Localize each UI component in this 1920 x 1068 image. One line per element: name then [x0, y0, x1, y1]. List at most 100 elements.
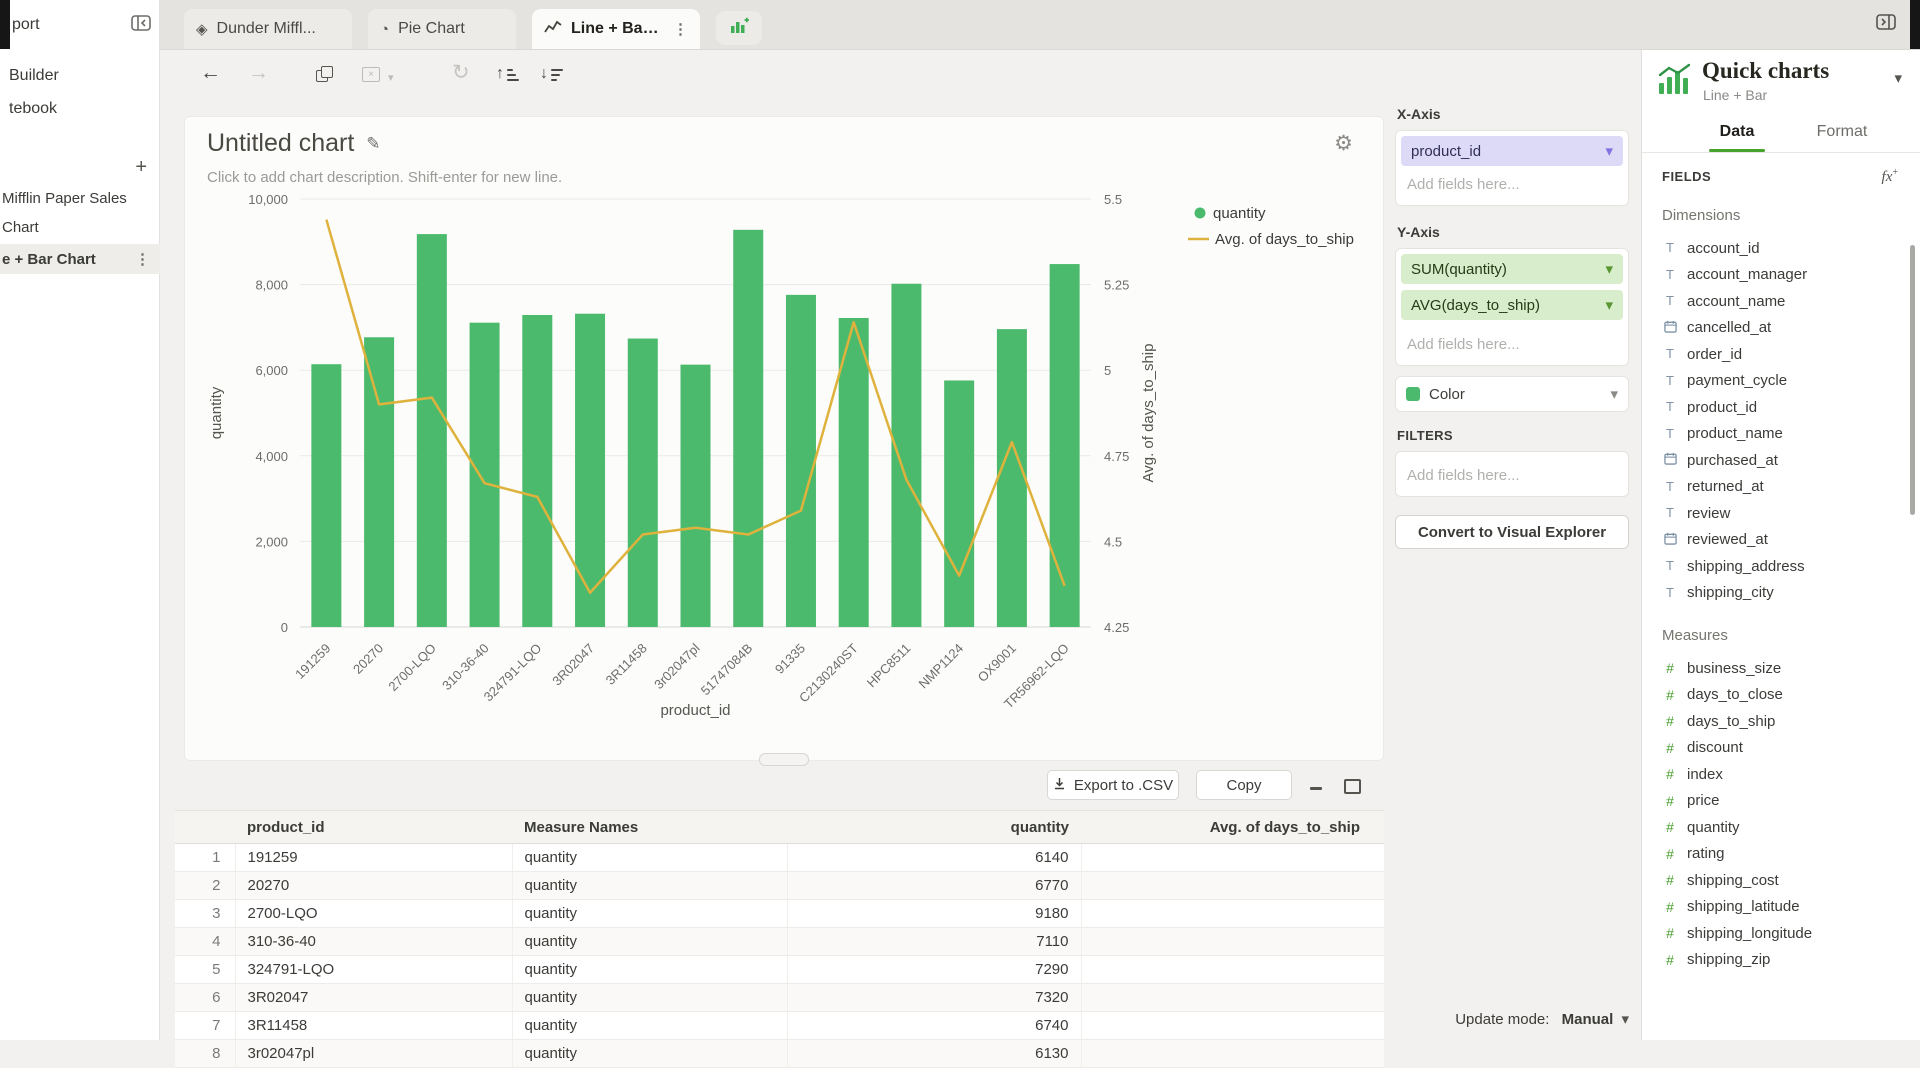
field-item-dimension[interactable]: Tshipping_address	[1642, 553, 1920, 580]
remove-chart-icon[interactable]: ×	[362, 67, 380, 82]
y-axis-field-pill-sum-quantity[interactable]: SUM(quantity) ▾	[1401, 254, 1623, 284]
col-header-measure-names[interactable]: Measure Names	[512, 811, 787, 844]
table-row[interactable]: 220270quantity6770	[175, 872, 1384, 900]
chart-bar[interactable]	[364, 337, 394, 627]
field-item-measure[interactable]: #business_size	[1642, 655, 1920, 682]
field-item-dimension[interactable]: Taccount_id	[1642, 235, 1920, 262]
undo-back-icon[interactable]: ←	[200, 63, 221, 83]
chart-bar[interactable]	[628, 339, 658, 627]
tab-menu-icon[interactable]: ⋮	[673, 20, 688, 38]
x-axis-field-pill[interactable]: product_id ▾	[1401, 136, 1623, 166]
update-mode-dropdown[interactable]: Manual	[1562, 1011, 1614, 1028]
chevron-down-icon[interactable]: ▾	[1894, 69, 1902, 87]
redo-forward-icon[interactable]: →	[248, 63, 269, 83]
sidebar-item-line-bar-chart-active[interactable]: e + Bar Chart ⋮	[0, 244, 160, 274]
chart-bar[interactable]	[786, 295, 816, 627]
sidebar-item-notebook[interactable]: tebook	[9, 100, 57, 118]
chart-settings-gear-icon[interactable]: ⚙	[1334, 131, 1353, 156]
field-item-measure[interactable]: #index	[1642, 761, 1920, 788]
collapse-table-icon[interactable]	[1310, 776, 1326, 792]
field-item-dimension[interactable]: reviewed_at	[1642, 527, 1920, 554]
field-item-dimension[interactable]: Tpayment_cycle	[1642, 368, 1920, 395]
field-item-measure[interactable]: #days_to_close	[1642, 682, 1920, 709]
col-header-avg-days-to-ship[interactable]: Avg. of days_to_ship	[1081, 811, 1384, 844]
chart-bar[interactable]	[1050, 264, 1080, 627]
tab-line-bar-chart-active[interactable]: Line + Bar Chart ⋮	[532, 9, 700, 49]
field-item-dimension[interactable]: Taccount_name	[1642, 288, 1920, 315]
sidebar-item-pie-chart[interactable]: Chart	[2, 219, 39, 236]
color-field-row[interactable]: Color ▾	[1395, 376, 1629, 412]
chart-bar[interactable]	[417, 234, 447, 627]
sort-ascending-icon[interactable]: ↑	[496, 66, 519, 81]
table-row[interactable]: 4310-36-40quantity7110	[175, 928, 1384, 956]
chart-bar[interactable]	[470, 323, 500, 627]
filters-add-fields-placeholder[interactable]: Add fields here...	[1401, 457, 1623, 491]
x-axis-add-fields-placeholder[interactable]: Add fields here...	[1401, 166, 1623, 200]
field-item-dimension[interactable]: cancelled_at	[1642, 315, 1920, 342]
field-item-measure[interactable]: #shipping_zip	[1642, 947, 1920, 974]
add-item-button[interactable]: +	[135, 157, 147, 177]
export-csv-button[interactable]: Export to .CSV	[1047, 770, 1179, 800]
y-axis-field-pill-avg-days-to-ship[interactable]: AVG(days_to_ship) ▾	[1401, 290, 1623, 320]
field-item-dimension[interactable]: purchased_at	[1642, 447, 1920, 474]
y-axis-title-right: Avg. of days_to_ship	[1140, 344, 1157, 483]
legend-label-quantity[interactable]: quantity	[1213, 205, 1266, 222]
tab-dunder-mifflin[interactable]: ◈ Dunder Miffl...	[184, 9, 352, 49]
table-row[interactable]: 1191259quantity6140	[175, 844, 1384, 872]
expand-table-icon[interactable]	[1344, 779, 1361, 794]
field-item-measure[interactable]: #quantity	[1642, 814, 1920, 841]
chart-bar[interactable]	[522, 315, 552, 627]
sort-descending-icon[interactable]: ↓	[540, 66, 563, 81]
field-item-dimension[interactable]: Tproduct_name	[1642, 421, 1920, 448]
chart-bar[interactable]	[891, 284, 921, 627]
new-chart-button[interactable]	[716, 11, 762, 45]
copy-button[interactable]: Copy	[1196, 770, 1292, 800]
refresh-icon[interactable]: ↻	[452, 63, 470, 83]
scrollbar-thumb[interactable]	[1910, 245, 1915, 515]
edit-pencil-icon[interactable]: ✎	[366, 134, 380, 154]
add-formula-icon[interactable]: fx+	[1882, 167, 1898, 186]
chart-description-placeholder[interactable]: Click to add chart description. Shift-en…	[207, 169, 562, 186]
tab-format[interactable]: Format	[1802, 112, 1882, 152]
table-row[interactable]: 32700-LQOquantity9180	[175, 900, 1384, 928]
chevron-down-icon[interactable]: ▾	[388, 68, 394, 88]
y-axis-add-fields-placeholder[interactable]: Add fields here...	[1401, 326, 1623, 360]
chart-bar[interactable]	[944, 380, 974, 627]
field-item-dimension[interactable]: Tshipping_city	[1642, 580, 1920, 607]
resize-drag-handle[interactable]	[759, 753, 809, 766]
sidebar-item-collection[interactable]: Mifflin Paper Sales	[2, 190, 127, 207]
table-row[interactable]: 73R11458quantity6740	[175, 1012, 1384, 1040]
col-header-product-id[interactable]: product_id	[235, 811, 512, 844]
field-item-measure[interactable]: #shipping_cost	[1642, 867, 1920, 894]
chart-title[interactable]: Untitled chart ✎	[207, 129, 381, 158]
chart-bar[interactable]	[997, 329, 1027, 627]
field-item-measure[interactable]: #days_to_ship	[1642, 708, 1920, 735]
field-item-dimension[interactable]: Taccount_manager	[1642, 262, 1920, 289]
field-item-measure[interactable]: #shipping_latitude	[1642, 894, 1920, 921]
chart-bar[interactable]	[733, 230, 763, 627]
table-row[interactable]: 83r02047plquantity6130	[175, 1040, 1384, 1068]
chart-bar[interactable]	[681, 365, 711, 627]
chart-bar[interactable]	[311, 364, 341, 627]
col-header-quantity[interactable]: quantity	[787, 811, 1081, 844]
collapse-right-panel-icon[interactable]	[1876, 14, 1898, 32]
legend-label-avg-days-to-ship[interactable]: Avg. of days_to_ship	[1215, 231, 1354, 248]
tab-pie-chart[interactable]: ◔ Pie Chart	[368, 9, 516, 49]
field-item-dimension[interactable]: Torder_id	[1642, 341, 1920, 368]
field-label: rating	[1687, 845, 1725, 862]
field-item-measure[interactable]: #shipping_longitude	[1642, 920, 1920, 947]
field-item-dimension[interactable]: Treview	[1642, 500, 1920, 527]
field-item-measure[interactable]: #price	[1642, 788, 1920, 815]
table-row[interactable]: 63R02047quantity7320	[175, 984, 1384, 1012]
table-row[interactable]: 5324791-LQOquantity7290	[175, 956, 1384, 984]
sidebar-item-builder[interactable]: Builder	[9, 67, 59, 85]
item-menu-icon[interactable]: ⋮	[135, 250, 160, 268]
field-item-measure[interactable]: #discount	[1642, 735, 1920, 762]
field-item-dimension[interactable]: Treturned_at	[1642, 474, 1920, 501]
convert-to-visual-explorer-button[interactable]: Convert to Visual Explorer	[1395, 515, 1629, 549]
field-item-dimension[interactable]: Tproduct_id	[1642, 394, 1920, 421]
collapse-sidebar-icon[interactable]	[131, 15, 151, 36]
tab-data[interactable]: Data	[1702, 112, 1772, 152]
field-item-measure[interactable]: #rating	[1642, 841, 1920, 868]
duplicate-chart-icon[interactable]	[316, 66, 334, 83]
